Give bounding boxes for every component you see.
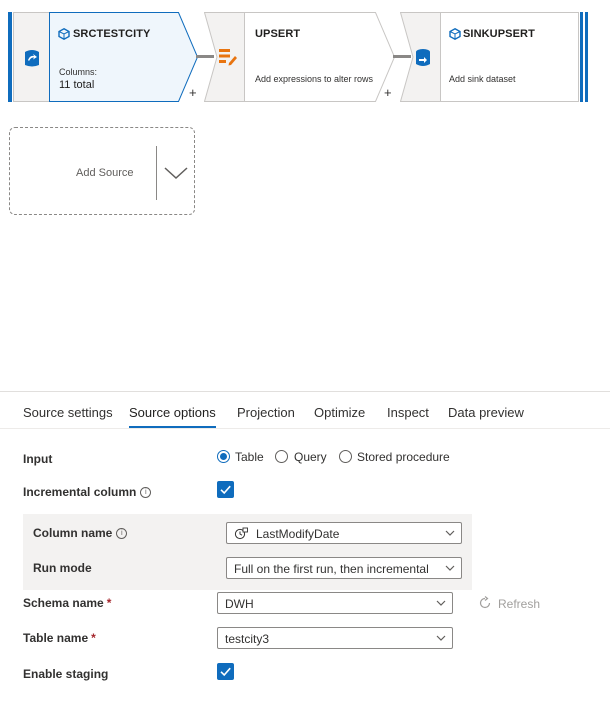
chevron-down-icon (436, 635, 446, 641)
run-mode-dropdown[interactable]: Full on the first run, then incremental (226, 557, 462, 579)
refresh-label: Refresh (498, 597, 541, 611)
run-mode-label: Run mode (33, 561, 92, 575)
required-marker: * (91, 631, 96, 645)
source-dataset-icon (25, 50, 39, 67)
dataset-icon (58, 28, 70, 40)
column-name-label-text: Column name (33, 526, 113, 540)
sink-node-right-bar (585, 12, 588, 102)
table-name-label: Table name * (23, 631, 96, 645)
enable-staging-label: Enable staging (23, 667, 109, 681)
column-name-dropdown[interactable]: LastModifyDate (226, 522, 462, 544)
input-radio-table-label[interactable]: Table (235, 450, 264, 464)
info-icon[interactable]: i (140, 487, 152, 498)
dataset-icon (449, 28, 461, 40)
add-transform-button[interactable]: + (384, 85, 392, 100)
input-radio-stored-procedure[interactable] (339, 450, 352, 463)
alter-row-icon (219, 49, 237, 66)
tab-optimize[interactable]: Optimize (314, 405, 365, 420)
dataflow-canvas[interactable]: SRCTESTCITY Columns: 11 total + UPSERT A… (0, 0, 610, 390)
tabs-separator (0, 428, 610, 429)
add-source-divider (156, 146, 157, 200)
add-source-label: Add Source (76, 167, 134, 179)
source-node-title: SRCTESTCITY (73, 28, 151, 40)
table-name-dropdown[interactable]: testcity3 (217, 627, 453, 649)
schema-name-label-text: Schema name (23, 596, 104, 610)
chevron-down-icon[interactable] (164, 166, 188, 180)
sink-node-description: Add sink dataset (449, 74, 516, 84)
upsert-node-description: Add expressions to alter rows (255, 74, 374, 84)
tab-inspect[interactable]: Inspect (387, 405, 429, 420)
add-transform-button[interactable]: + (189, 85, 197, 100)
source-node-left-bar (8, 12, 12, 102)
chevron-down-icon (436, 600, 446, 606)
input-radio-query[interactable] (275, 450, 288, 463)
input-radio-table[interactable] (217, 450, 230, 463)
source-node-columns-value: 11 total (59, 79, 95, 91)
input-radio-query-label[interactable]: Query (294, 450, 327, 464)
add-source-button[interactable]: Add Source (9, 127, 195, 215)
input-label: Input (23, 452, 53, 466)
run-mode-value: Full on the first run, then incremental (234, 562, 429, 576)
chevron-down-icon (445, 530, 455, 536)
sink-node[interactable]: SINKUPSERT Add sink dataset (400, 12, 590, 102)
column-name-value: LastModifyDate (256, 527, 340, 541)
tab-source-settings[interactable]: Source settings (23, 405, 113, 420)
incremental-column-checkbox[interactable] (217, 481, 234, 498)
schema-name-value: DWH (225, 597, 254, 611)
source-node-icon-column (13, 12, 50, 102)
incremental-column-label-text: Incremental column (23, 485, 137, 499)
panel-separator (0, 391, 610, 392)
source-node-columns-label: Columns: (59, 67, 98, 77)
required-marker: * (106, 596, 112, 610)
chevron-down-icon (445, 565, 455, 571)
schema-name-label: Schema name * (23, 596, 111, 610)
incremental-column-label: Incremental column i (23, 485, 152, 499)
sink-node-right-bar (580, 12, 583, 102)
upsert-node[interactable]: UPSERT Add expressions to alter rows (204, 12, 396, 102)
checkmark-icon (220, 667, 231, 677)
sink-node-title: SINKUPSERT (463, 28, 535, 40)
checkmark-icon (220, 485, 231, 495)
tab-data-preview[interactable]: Data preview (448, 405, 524, 420)
info-icon[interactable]: i (116, 528, 128, 539)
datetime-column-icon (234, 527, 248, 540)
column-name-label: Column name i (33, 526, 128, 540)
table-name-label-text: Table name (23, 631, 89, 645)
refresh-button[interactable]: Refresh (478, 596, 540, 611)
sink-dataset-icon (416, 49, 430, 66)
source-node[interactable]: SRCTESTCITY Columns: 11 total (8, 12, 199, 102)
tab-projection[interactable]: Projection (237, 405, 295, 420)
upsert-node-title: UPSERT (255, 28, 301, 40)
schema-name-dropdown[interactable]: DWH (217, 592, 453, 614)
tab-source-options[interactable]: Source options (129, 405, 216, 420)
input-radio-stored-procedure-label[interactable]: Stored procedure (357, 450, 450, 464)
table-name-value: testcity3 (225, 632, 270, 646)
refresh-icon (479, 596, 491, 609)
enable-staging-checkbox[interactable] (217, 663, 234, 680)
